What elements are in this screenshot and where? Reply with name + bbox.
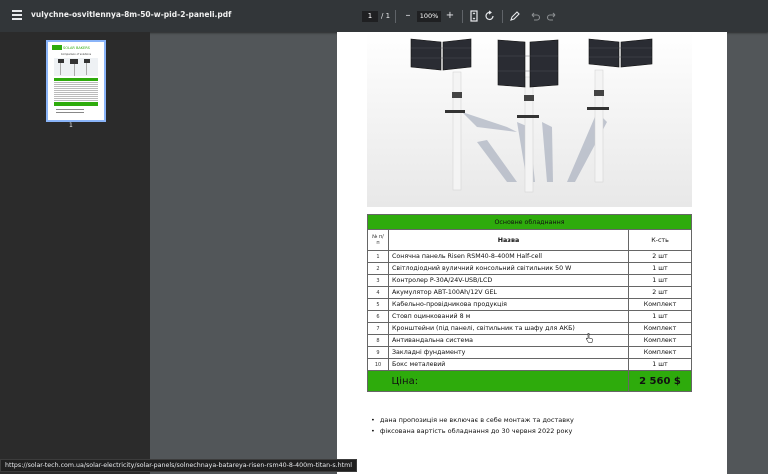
row-number: 1 [367,250,389,263]
price-row: Ціна: 2 560 $ [367,370,692,392]
row-number: 9 [367,346,389,359]
row-name: Світлодіодний вуличний консольний світил… [388,262,629,275]
mouse-cursor-icon [586,333,593,343]
row-number: 6 [367,310,389,323]
price-spacer [367,370,389,392]
column-header-number: № п/п [367,229,389,251]
table-row: 1 Сонячна панель Risen RSM40-8-400M Half-… [367,250,692,263]
page-number-input[interactable]: 1 [362,11,378,22]
column-header-name: Назва [388,229,629,251]
row-quantity: Комплект [628,346,692,359]
price-label: Ціна: [388,370,629,392]
row-number: 8 [367,334,389,347]
equipment-table: Основне обладнання № п/п Назва К-сть 1 Со… [367,214,692,392]
pdf-page: Основне обладнання № п/п Назва К-сть 1 Со… [337,32,727,474]
row-name: Стовп оцинкований 8 м [388,310,629,323]
row-quantity: Комплект [628,322,692,335]
toolbar-divider [395,10,396,23]
table-row: 5 Кабельно-провідникова продукція Комплект [367,298,692,311]
table-row: 8 Антивандальна система Комплект [367,334,692,347]
row-quantity: 1 шт [628,310,692,323]
row-quantity: 2 шт [628,250,692,263]
row-number: 3 [367,274,389,287]
row-number: 5 [367,298,389,311]
table-row: 9 Закладні фундаменту Комплект [367,346,692,359]
row-name: Закладні фундаменту [388,346,629,359]
row-name: Сонячна панель Risen RSM40-8-400M Half-c… [388,250,629,263]
row-quantity: 1 шт [628,262,692,275]
row-name: Кабельно-провідникова продукція [388,298,629,311]
column-header-quantity: К-сть [628,229,692,251]
undo-icon[interactable] [528,9,542,23]
note-item: фіксована вартість обладнання до 30 черв… [371,426,574,437]
row-quantity: 2 шт [628,286,692,299]
row-number: 7 [367,322,389,335]
row-name: Акумулятор ABT-100Ah/12V GEL [388,286,629,299]
row-number: 2 [367,262,389,275]
row-quantity: 1 шт [628,274,692,287]
table-row: 6 Стовп оцинкований 8 м1 шт [367,310,692,323]
fit-to-page-icon[interactable] [467,9,481,23]
page-thumbnail[interactable]: SOLAR BAKERS Comparison of solutions [46,40,106,122]
zoom-out-button[interactable]: – [401,9,415,23]
solar-street-lights-image [367,32,692,207]
redo-icon[interactable] [545,9,559,23]
document-title: vulychne-osvitlennya-8m-50-w-pid-2-panel… [31,10,232,19]
svg-text:Comparison of solutions: Comparison of solutions [61,52,92,56]
page-count: / 1 [381,12,391,20]
menu-icon[interactable] [12,10,22,22]
toolbar-divider [502,10,503,23]
table-title: Основне обладнання [367,214,692,230]
row-name: Бокс металевий [388,358,629,371]
table-row: 2 Світлодіодний вуличний консольний світи… [367,262,692,275]
row-quantity: Комплект [628,298,692,311]
svg-text:SOLAR BAKERS: SOLAR BAKERS [63,46,91,50]
thumbnail-page-label: 1 [69,122,73,129]
price-value: 2 560 $ [628,370,692,392]
notes-list: дана пропозиція не включає в себе монтаж… [371,415,574,437]
zoom-level-input[interactable]: 100% [417,11,441,22]
annotate-pen-icon[interactable] [508,9,522,23]
toolbar-divider [462,10,463,23]
row-number: 10 [367,358,389,371]
pdf-toolbar: vulychne-osvitlennya-8m-50-w-pid-2-panel… [0,0,768,32]
rotate-icon[interactable] [483,9,497,23]
table-row: 4 Акумулятор ABT-100Ah/12V GEL 2 шт [367,286,692,299]
table-row: 3 Контролер P-30A/24V-USB/LCD 1 шт [367,274,692,287]
row-quantity: Комплект [628,334,692,347]
link-status-bar: https://solar-tech.com.ua/solar-electric… [0,459,358,472]
table-row: 10 Бокс металевий 1 шт [367,358,692,371]
row-name: Контролер P-30A/24V-USB/LCD [388,274,629,287]
note-item: дана пропозиція не включає в себе монтаж… [371,415,574,426]
row-number: 4 [367,286,389,299]
zoom-in-button[interactable]: + [443,9,457,23]
row-quantity: 1 шт [628,358,692,371]
table-row: 7 Кронштейни (під панелі, світильник та ш… [367,322,692,335]
